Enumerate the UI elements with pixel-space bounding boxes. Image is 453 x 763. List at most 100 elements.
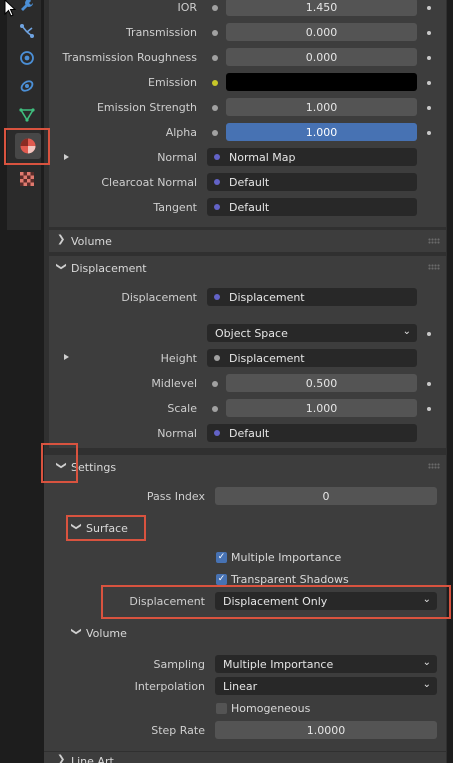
transmission-roughness-socket[interactable]	[212, 55, 218, 61]
chevron-right-icon: ❯	[57, 234, 66, 245]
displacement-output-socket	[214, 294, 220, 300]
chevron-down-icon[interactable]: ❯	[71, 522, 82, 530]
height-expand-icon[interactable]	[64, 354, 69, 360]
scale-keyframe[interactable]	[427, 407, 431, 411]
sampling-label: Sampling	[153, 658, 206, 671]
height-value: Displacement	[229, 351, 305, 365]
step-rate-label: Step Rate	[151, 724, 205, 737]
normal-value: Normal Map	[229, 150, 296, 164]
properties-tab-bar	[0, 0, 44, 763]
transmission-socket[interactable]	[212, 30, 218, 36]
emission-strength-keyframe[interactable]	[427, 106, 431, 110]
scale-socket[interactable]	[212, 406, 218, 412]
alpha-keyframe[interactable]	[427, 131, 431, 135]
sampling-dropdown[interactable]: Multiple Importance ⌄	[215, 655, 437, 673]
normal-link-field[interactable]: Normal Map	[207, 148, 417, 166]
transmission-roughness-label: Transmission Roughness	[62, 51, 197, 64]
tangent-value: Default	[229, 200, 270, 214]
pass-index-field[interactable]: 0	[215, 487, 437, 505]
transmission-roughness-field[interactable]: 0.000	[226, 48, 417, 66]
space-dropdown[interactable]: Object Space ⌄	[207, 324, 417, 342]
line-art-panel-header[interactable]: ❯ Line Art	[44, 752, 446, 763]
transmission-label: Transmission	[125, 26, 197, 39]
interpolation-dropdown[interactable]: Linear ⌄	[215, 677, 437, 695]
physics-icon[interactable]	[16, 47, 38, 69]
drag-handle-icon[interactable]	[428, 264, 440, 270]
homogeneous-checkbox[interactable]	[216, 703, 227, 714]
volume-panel-title: Volume	[71, 235, 112, 248]
chevron-down-icon: ⌄	[422, 679, 431, 690]
emission-label: Emission	[148, 76, 197, 89]
homogeneous-label: Homogeneous	[231, 702, 311, 715]
clearcoat-normal-value: Default	[229, 175, 270, 189]
chevron-down-icon[interactable]: ❯	[56, 262, 67, 270]
emission-color-swatch[interactable]	[226, 73, 417, 91]
transmission-field[interactable]: 0.000	[226, 23, 417, 41]
chevron-down-icon: ⌄	[422, 657, 431, 668]
interpolation-value: Linear	[223, 679, 258, 693]
alpha-slider[interactable]: 1.000	[226, 123, 417, 141]
tangent-socket	[214, 204, 220, 210]
chevron-down-icon: ⌄	[402, 326, 411, 337]
tangent-field[interactable]: Default	[207, 198, 417, 216]
displacement-method-dropdown[interactable]: Displacement Only ⌄	[215, 592, 437, 610]
height-socket	[214, 355, 220, 361]
midlevel-socket[interactable]	[212, 381, 218, 387]
space-keyframe[interactable]	[427, 332, 431, 336]
drag-handle-icon[interactable]	[428, 238, 440, 244]
normal-socket	[214, 154, 220, 160]
mouse-cursor-icon	[4, 0, 17, 17]
pass-index-label: Pass Index	[146, 490, 205, 503]
midlevel-label: Midlevel	[151, 377, 197, 390]
ior-field[interactable]: 1.450	[226, 0, 417, 16]
displacement-output-label: Displacement	[121, 291, 197, 304]
displacement-panel-title: Displacement	[71, 262, 147, 275]
transmission-keyframe[interactable]	[427, 31, 431, 35]
surface-subpanel-title: Surface	[86, 522, 128, 535]
displacement-normal-field[interactable]: Default	[207, 424, 417, 442]
displacement-output-field[interactable]: Displacement	[207, 288, 417, 306]
ior-keyframe[interactable]	[427, 6, 431, 10]
settings-panel-title: Settings	[71, 461, 117, 474]
emission-strength-field[interactable]: 1.000	[226, 98, 417, 116]
clearcoat-normal-label: Clearcoat Normal	[101, 176, 197, 189]
displacement-method-label: Displacement	[129, 595, 205, 608]
material-icon[interactable]	[15, 133, 41, 159]
transparent-shadows-checkbox[interactable]: ✓	[216, 574, 227, 585]
texture-icon[interactable]	[16, 168, 38, 190]
wrench-icon[interactable]	[16, 0, 38, 16]
scrollbar-track[interactable]	[447, 0, 453, 763]
data-icon[interactable]	[16, 104, 38, 126]
alpha-label: Alpha	[165, 126, 197, 139]
multiple-importance-checkbox[interactable]: ✓	[216, 552, 227, 563]
emission-socket[interactable]	[212, 80, 218, 86]
normal-label: Normal	[157, 151, 197, 164]
midlevel-keyframe[interactable]	[427, 382, 431, 386]
chevron-right-icon: ❯	[57, 754, 66, 763]
displacement-normal-value: Default	[229, 426, 270, 440]
chevron-down-icon[interactable]: ❯	[56, 461, 67, 469]
alpha-socket[interactable]	[212, 130, 218, 136]
emission-strength-socket[interactable]	[212, 105, 218, 111]
emission-keyframe[interactable]	[427, 81, 431, 85]
ior-socket[interactable]	[212, 5, 218, 11]
midlevel-field[interactable]: 0.500	[226, 374, 417, 392]
height-field[interactable]: Displacement	[207, 349, 417, 367]
scale-field[interactable]: 1.000	[226, 399, 417, 417]
volume-panel-header[interactable]: ❯ Volume	[49, 230, 446, 252]
step-rate-field[interactable]: 1.0000	[215, 721, 437, 739]
ior-label: IOR	[177, 1, 197, 14]
height-label: Height	[160, 352, 197, 365]
normal-expand-icon[interactable]	[64, 154, 69, 160]
particles-icon[interactable]	[16, 20, 38, 42]
chevron-down-icon[interactable]: ❯	[71, 627, 82, 635]
line-art-panel-title: Line Art	[71, 755, 114, 763]
drag-handle-icon[interactable]	[428, 463, 440, 469]
emission-strength-label: Emission Strength	[96, 101, 197, 114]
transparent-shadows-label: Transparent Shadows	[231, 573, 349, 586]
constraints-icon[interactable]	[16, 75, 38, 97]
clearcoat-normal-field[interactable]: Default	[207, 173, 417, 191]
volume-subpanel-title: Volume	[86, 627, 127, 640]
transmission-roughness-keyframe[interactable]	[427, 56, 431, 60]
scale-label: Scale	[167, 402, 197, 415]
